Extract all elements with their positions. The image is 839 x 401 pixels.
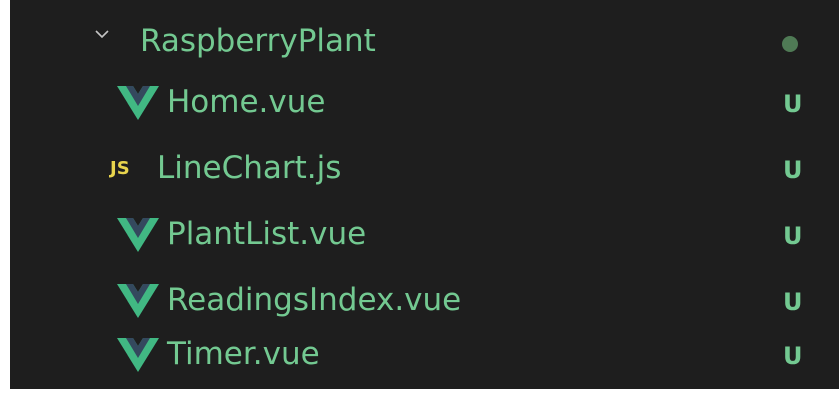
file-label: ReadingsIndex.vue (167, 282, 462, 318)
folder-label: RaspberryPlant (140, 23, 376, 59)
chevron-down-icon[interactable] (94, 26, 110, 42)
git-status-badge: U (783, 342, 803, 370)
git-status-badge: U (783, 156, 803, 184)
file-row-home-vue[interactable]: Home.vue U (10, 70, 839, 136)
file-label: Home.vue (167, 84, 326, 120)
vue-icon (117, 218, 159, 252)
file-explorer: RaspberryPlant Home.vue U JS LineChart.j… (10, 0, 839, 389)
git-status-badge: U (783, 90, 803, 118)
file-row-linechart-js[interactable]: JS LineChart.js U (10, 136, 839, 202)
file-row-timer-vue[interactable]: Timer.vue U (10, 322, 839, 388)
git-status-badge: U (783, 288, 803, 316)
vue-icon (117, 86, 159, 120)
folder-status-dot (782, 36, 798, 52)
file-label: Timer.vue (167, 336, 320, 372)
folder-row-raspberryplant[interactable]: RaspberryPlant (10, 13, 839, 69)
file-label: PlantList.vue (167, 216, 367, 252)
js-icon: JS (110, 158, 130, 179)
vue-icon (117, 284, 159, 318)
file-label: LineChart.js (157, 150, 342, 186)
file-row-plantlist-vue[interactable]: PlantList.vue U (10, 202, 839, 268)
git-status-badge: U (783, 222, 803, 250)
vue-icon (117, 338, 159, 372)
